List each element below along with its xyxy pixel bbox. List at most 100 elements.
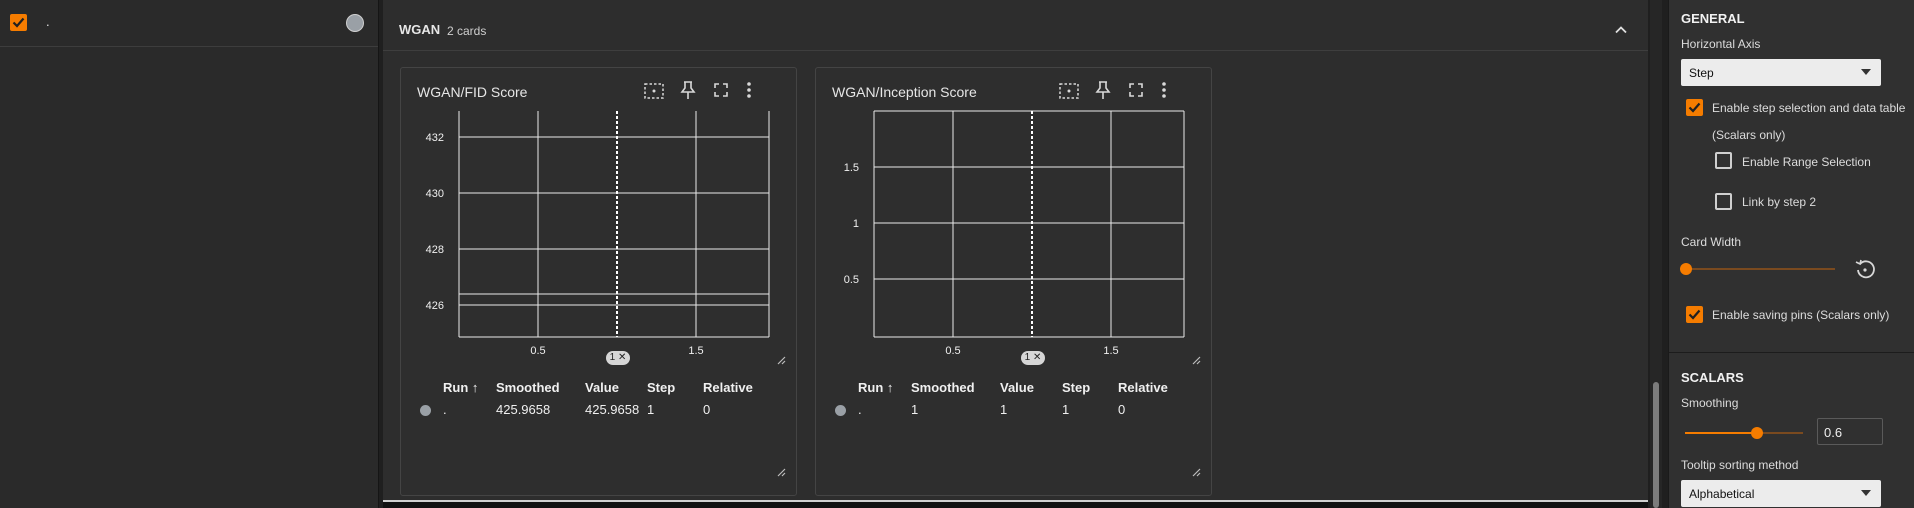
column-header-run[interactable]: Run ↑ — [443, 380, 478, 395]
run-color-swatch[interactable] — [346, 14, 364, 32]
column-header-step[interactable]: Step — [647, 380, 675, 395]
dropdown-arrow-icon — [1861, 490, 1871, 496]
run-checkbox[interactable] — [10, 14, 27, 31]
horizontal-axis-select[interactable]: Step — [1681, 59, 1881, 86]
resize-handle-icon[interactable] — [1192, 356, 1201, 365]
cell-step: 1 — [647, 402, 655, 417]
horizontal-axis-label: Horizontal Axis — [1681, 37, 1761, 51]
section-divider — [1669, 352, 1914, 353]
card-title: WGAN/Inception Score — [832, 84, 977, 100]
saving-pins-label: Enable saving pins (Scalars only) — [1712, 308, 1890, 322]
table-row: . 1 1 1 0 — [816, 398, 1211, 420]
card-title: WGAN/FID Score — [417, 84, 528, 100]
step-selection-label: Enable step selection and data table — [1712, 101, 1906, 115]
fit-domain-icon[interactable] — [643, 81, 665, 101]
group-card-count: 2 cards — [447, 24, 487, 38]
cell-value: 1 — [1000, 402, 1008, 417]
cell-relative: 0 — [1118, 402, 1126, 417]
tooltip-sort-select[interactable]: Alphabetical — [1681, 480, 1881, 507]
smoothing-input[interactable]: 0.6 — [1817, 418, 1883, 445]
check-icon — [12, 17, 25, 28]
more-vert-icon[interactable] — [1160, 80, 1168, 100]
scalar-card-inception: WGAN/Inception Score 1.5 1 0.5 0.5 1.5 1… — [815, 67, 1212, 496]
runs-panel: . — [0, 0, 379, 508]
run-color-dot — [835, 405, 846, 416]
cell-relative: 0 — [703, 402, 711, 417]
x-tick: 1.5 — [1103, 345, 1118, 357]
cell-run: . — [443, 402, 447, 417]
dropdown-arrow-icon — [1861, 69, 1871, 75]
column-header-step[interactable]: Step — [1062, 380, 1090, 395]
column-header-run[interactable]: Run ↑ — [858, 380, 893, 395]
y-tick: 430 — [426, 188, 444, 200]
check-icon — [1688, 309, 1701, 320]
column-header-smoothed[interactable]: Smoothed — [496, 380, 560, 395]
link-by-step-checkbox[interactable] — [1715, 193, 1732, 210]
chart-fid[interactable]: 432 430 428 426 0.5 1.5 — [401, 108, 796, 358]
fullscreen-icon[interactable] — [713, 82, 729, 98]
cell-step: 1 — [1062, 402, 1070, 417]
cell-smoothed: 1 — [911, 402, 919, 417]
column-header-relative[interactable]: Relative — [703, 380, 753, 395]
column-header-smoothed[interactable]: Smoothed — [911, 380, 975, 395]
step-selector-chip[interactable]: 1 ✕ — [606, 351, 630, 365]
resize-handle-icon[interactable] — [1192, 468, 1201, 477]
tooltip-sort-value: Alphabetical — [1689, 487, 1755, 501]
y-tick: 432 — [426, 132, 444, 144]
scalar-card-fid: WGAN/FID Score 432 430 428 426 0.5 1.5 1… — [400, 67, 797, 496]
step-selection-checkbox[interactable] — [1686, 99, 1703, 116]
run-row[interactable]: . — [0, 0, 378, 47]
pin-icon[interactable] — [1094, 80, 1112, 100]
x-tick: 0.5 — [945, 345, 960, 357]
run-color-dot — [420, 405, 431, 416]
chevron-up-icon[interactable] — [1613, 22, 1629, 38]
saving-pins-checkbox[interactable] — [1686, 306, 1703, 323]
scalars-section-title: SCALARS — [1681, 370, 1744, 385]
y-tick: 428 — [426, 244, 444, 256]
resize-handle-icon[interactable] — [777, 468, 786, 477]
group-title: WGAN — [399, 22, 441, 37]
y-tick: 1 — [853, 218, 859, 230]
y-tick: 426 — [426, 300, 444, 312]
range-selection-checkbox[interactable] — [1715, 152, 1732, 169]
reset-icon[interactable] — [1854, 258, 1876, 280]
resize-handle-icon[interactable] — [777, 356, 786, 365]
card-width-slider-thumb[interactable] — [1680, 263, 1692, 275]
cell-smoothed: 425.9658 — [496, 402, 551, 417]
fullscreen-icon[interactable] — [1128, 82, 1144, 98]
next-group-top — [383, 500, 1648, 508]
x-tick: 1.5 — [688, 345, 703, 357]
check-icon — [1688, 102, 1701, 113]
tooltip-sort-label: Tooltip sorting method — [1681, 458, 1799, 472]
range-selection-label: Enable Range Selection — [1742, 155, 1871, 169]
card-width-label: Card Width — [1681, 235, 1742, 249]
smoothing-slider-fill — [1685, 432, 1756, 434]
column-header-value[interactable]: Value — [585, 380, 619, 395]
column-header-relative[interactable]: Relative — [1118, 380, 1168, 395]
more-vert-icon[interactable] — [745, 80, 753, 100]
general-section-title: GENERAL — [1681, 11, 1745, 26]
horizontal-axis-value: Step — [1689, 66, 1714, 80]
smoothing-input-value: 0.6 — [1824, 425, 1843, 440]
cell-value: 425.9658 — [585, 402, 640, 417]
link-by-step-label: Link by step 2 — [1742, 195, 1817, 209]
scrollbar-track[interactable] — [1650, 0, 1662, 508]
run-name: . — [46, 14, 50, 29]
fit-domain-icon[interactable] — [1058, 81, 1080, 101]
step-selector-chip[interactable]: 1 ✕ — [1021, 351, 1045, 365]
column-header-value[interactable]: Value — [1000, 380, 1034, 395]
chart-inception[interactable]: 1.5 1 0.5 0.5 1.5 — [816, 108, 1211, 358]
y-tick: 0.5 — [844, 274, 859, 286]
smoothing-label: Smoothing — [1681, 396, 1739, 410]
pin-icon[interactable] — [679, 80, 697, 100]
card-width-slider-track[interactable] — [1685, 268, 1835, 270]
group-header[interactable]: WGAN 2 cards — [383, 10, 1648, 51]
y-tick: 1.5 — [844, 162, 859, 174]
cell-run: . — [858, 402, 862, 417]
card-group-wgan: WGAN 2 cards WGAN/FID Score 432 430 428 … — [383, 10, 1648, 508]
step-selection-sublabel: (Scalars only) — [1712, 128, 1786, 142]
scrollbar-thumb[interactable] — [1653, 382, 1659, 508]
settings-panel: GENERAL Horizontal Axis Step Enable step… — [1668, 0, 1914, 508]
x-tick: 0.5 — [530, 345, 545, 357]
smoothing-slider-thumb[interactable] — [1751, 427, 1763, 439]
